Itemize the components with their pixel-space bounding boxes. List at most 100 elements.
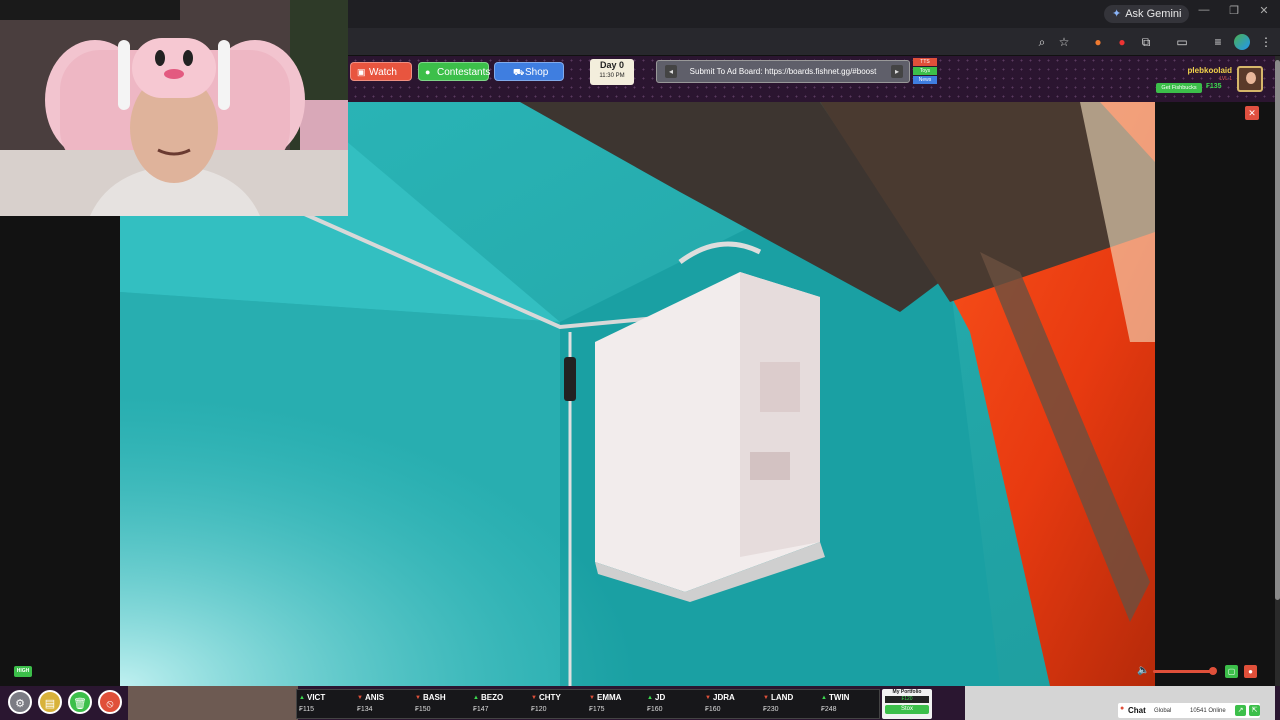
sparkle-icon: ✦: [1112, 8, 1122, 20]
online-count: 10541 Online: [1190, 708, 1226, 714]
settings-gear-icon[interactable]: ⚙: [8, 690, 32, 714]
ticker-price: ₣115: [299, 706, 315, 713]
user-level: LVL 1: [1219, 76, 1232, 82]
ticker-price: ₣175: [589, 706, 605, 713]
ticker-symbol: BASH: [423, 693, 446, 702]
arrow-right-icon[interactable]: ▸: [891, 65, 903, 78]
ticker-symbol: LAND: [771, 693, 794, 702]
volume-slider-handle[interactable]: [1209, 667, 1217, 675]
up-arrow-icon: ▲: [647, 695, 653, 701]
watch-button[interactable]: ▣ Watch: [350, 62, 412, 81]
streamer-webcam: [0, 0, 348, 216]
stage-right-margin: [1155, 102, 1275, 686]
ticker-symbol: JDRA: [713, 693, 735, 702]
inventory-icon[interactable]: ▤: [38, 690, 62, 714]
ticker-symbol: EMMA: [597, 693, 622, 702]
bookmark-star-icon[interactable]: ☆: [1056, 34, 1072, 50]
arrow-left-icon[interactable]: ◂: [665, 65, 677, 78]
down-arrow-icon: ▼: [705, 695, 711, 701]
shop-button[interactable]: ⛟ Shop: [494, 62, 564, 81]
news-tag[interactable]: News: [913, 76, 937, 84]
up-arrow-icon: ▲: [821, 695, 827, 701]
mute-icon[interactable]: ⦸: [98, 690, 122, 714]
camera-thumbnails[interactable]: [128, 686, 298, 720]
ticker-item[interactable]: ▲ JD ₣160: [645, 692, 703, 716]
ticker-item[interactable]: ▲ VICT ₣115: [297, 692, 355, 716]
extension-icon[interactable]: ●: [1114, 34, 1130, 50]
time-label: 11:30 PM: [599, 73, 625, 79]
down-arrow-icon: ▼: [531, 695, 537, 701]
ticker-price: ₣120: [531, 706, 547, 713]
volume-slider[interactable]: [1153, 670, 1213, 673]
ticker-item[interactable]: ▲ BEZO ₣147: [471, 692, 529, 716]
menu-dots-icon[interactable]: ⋮: [1258, 34, 1274, 50]
down-arrow-icon: ▼: [415, 695, 421, 701]
ticker-price: ₣150: [415, 706, 431, 713]
avatar[interactable]: [1237, 66, 1263, 92]
ticker-symbol: ANIS: [365, 693, 385, 702]
contestants-button[interactable]: ● Contestants: [418, 62, 491, 81]
down-arrow-icon: ▼: [589, 695, 595, 701]
ad-board-text: Submit To Ad Board: https://boards.fishn…: [689, 67, 877, 76]
chat-expand-icon[interactable]: ↗: [1235, 705, 1246, 716]
ticker-price: ₣160: [705, 706, 721, 713]
ticker-item[interactable]: ▼ CHTY ₣120: [529, 692, 587, 716]
ticker-symbol: TWIN: [829, 693, 850, 702]
down-arrow-icon: ▼: [357, 695, 363, 701]
ad-board-banner[interactable]: ◂ Submit To Ad Board: https://boards.fis…: [656, 60, 910, 83]
ticker-item[interactable]: ▼ BASH ₣150: [413, 692, 471, 716]
webcam-overlay: [0, 0, 348, 216]
close-window-button[interactable]: ✕: [1254, 4, 1274, 17]
chat-icon: ●: [1120, 705, 1125, 712]
cart-icon: ⛟: [513, 67, 525, 77]
reading-list-icon[interactable]: ≡: [1210, 34, 1226, 50]
ticker-symbol: VICT: [307, 693, 326, 702]
portfolio-widget[interactable]: My Portfolio ₣120 Stox: [882, 689, 932, 719]
extensions-puzzle-icon[interactable]: ⧉: [1138, 34, 1154, 50]
ticker-item[interactable]: ▼ JDRA ₣160: [703, 692, 761, 716]
ask-gemini-label: Ask Gemini: [1125, 8, 1182, 20]
zoom-icon[interactable]: ⌕: [1034, 34, 1050, 50]
stox-button[interactable]: Stox: [885, 705, 929, 714]
people-icon: ●: [425, 67, 431, 77]
ask-gemini-button[interactable]: ✦ Ask Gemini: [1104, 5, 1190, 23]
day-clock: Day 0 11:30 PM: [590, 59, 634, 85]
tts-tag[interactable]: TTS: [913, 58, 937, 66]
portfolio-value: ₣120: [885, 696, 929, 703]
trash-icon[interactable]: 🗑: [68, 690, 92, 714]
chat-popout-icon[interactable]: ⇱: [1249, 705, 1260, 716]
volume-icon[interactable]: 🔈: [1137, 665, 1149, 676]
ticker-item[interactable]: ▼ LAND ₣230: [761, 692, 819, 716]
maximize-button[interactable]: ❐: [1224, 4, 1244, 17]
scrollbar-thumb[interactable]: [1275, 60, 1280, 600]
ticker-item[interactable]: ▼ ANIS ₣134: [355, 692, 413, 716]
shop-label: Shop: [525, 67, 549, 78]
stage-left-margin: [0, 216, 120, 686]
ticker-item[interactable]: ▼ EMMA ₣175: [587, 692, 645, 716]
cast-icon[interactable]: ▭: [1174, 34, 1190, 50]
ticker-symbol: CHTY: [539, 693, 561, 702]
extension-icon[interactable]: ●: [1090, 34, 1106, 50]
down-arrow-icon: ▼: [763, 695, 769, 701]
minimize-button[interactable]: —: [1194, 4, 1214, 16]
ticker-symbol: BEZO: [481, 693, 504, 702]
day-label: Day 0: [599, 60, 625, 70]
chat-scope: Global: [1154, 708, 1172, 714]
tv-icon: ▣: [357, 67, 366, 77]
record-button[interactable]: ●: [1244, 665, 1257, 678]
ticker-price: ₣147: [473, 706, 489, 713]
chat-label: Chat: [1128, 706, 1146, 715]
quality-badge[interactable]: HIGH: [14, 666, 32, 677]
close-video-button[interactable]: ✕: [1245, 106, 1259, 120]
get-fishbucks-button[interactable]: Get Fishbucks: [1156, 83, 1202, 93]
watch-label: Watch: [369, 67, 397, 78]
fullscreen-button[interactable]: ▢: [1225, 665, 1238, 678]
profile-icon[interactable]: [1234, 34, 1250, 50]
ticker-price: ₣248: [821, 706, 837, 713]
toys-tag[interactable]: Toys: [913, 67, 937, 75]
ticker-item[interactable]: ▲ TWIN ₣248: [819, 692, 877, 716]
ticker-price: ₣160: [647, 706, 663, 713]
screen: ✦ Ask Gemini — ❐ ✕ ⌕ ☆ ● ● ⧉ ▭ ≡ ⋮ ▣ Wat…: [0, 0, 1280, 720]
contestants-label: Contestants: [437, 67, 491, 78]
username: plebkoolaid: [1187, 66, 1232, 75]
